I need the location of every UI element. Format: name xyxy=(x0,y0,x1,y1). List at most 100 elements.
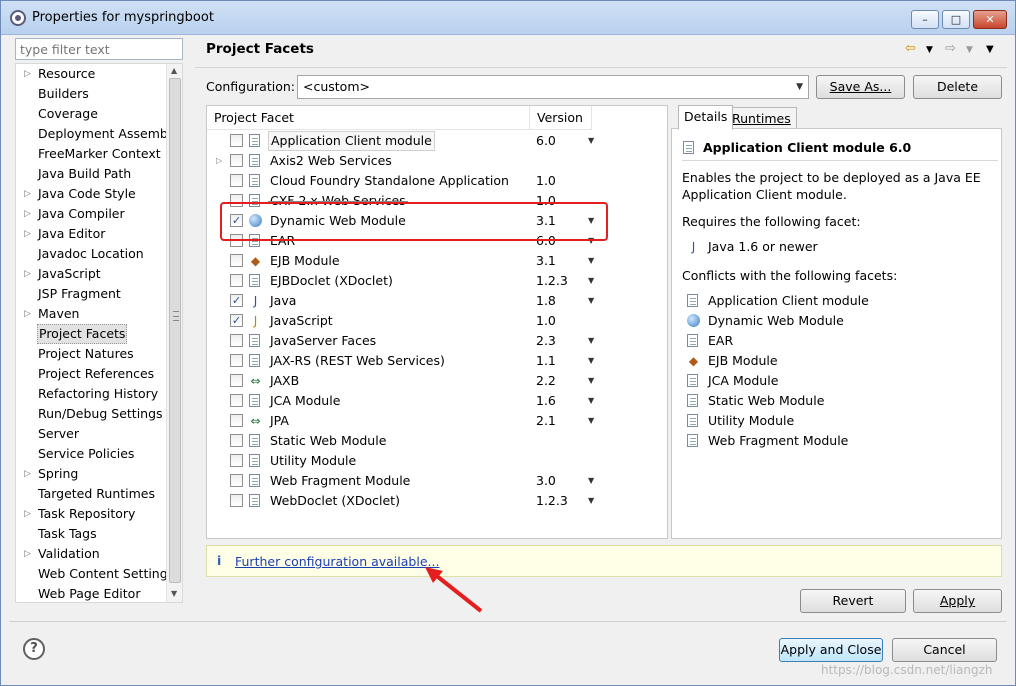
apply-and-close-button[interactable]: Apply and Close xyxy=(779,638,883,662)
header-separator xyxy=(195,67,1007,68)
tab-details[interactable]: Details xyxy=(678,105,734,130)
facet-version[interactable]: 2.2 xyxy=(536,371,556,391)
facet-checkbox[interactable] xyxy=(230,254,243,267)
facet-version[interactable]: 2.1 xyxy=(536,411,556,431)
page-title: Project Facets xyxy=(206,41,314,57)
table-row[interactable]: JavaServer Faces 2.3 ▼ xyxy=(207,331,667,351)
facet-version[interactable]: 1.2.3 xyxy=(536,491,568,511)
nav-scrollbar[interactable]: ▲ ▼ xyxy=(166,64,182,602)
watermark: https://blog.csdn.net/liangzh xyxy=(821,663,993,677)
scroll-thumb[interactable] xyxy=(169,78,181,583)
expand-arrow-icon[interactable]: ▷ xyxy=(24,304,34,324)
save-as-button[interactable]: Save As... xyxy=(816,75,905,99)
table-row[interactable]: Utility Module xyxy=(207,451,667,471)
facet-checkbox[interactable] xyxy=(230,454,243,467)
facet-version[interactable]: 1.2.3 xyxy=(536,271,568,291)
chevron-down-icon[interactable]: ▼ xyxy=(588,351,594,371)
table-row[interactable]: Web Fragment Module 3.0 ▼ xyxy=(207,471,667,491)
expand-arrow-icon[interactable]: ▷ xyxy=(216,151,222,171)
facet-checkbox[interactable] xyxy=(230,334,243,347)
facet-checkbox[interactable] xyxy=(230,134,243,147)
facet-checkbox[interactable] xyxy=(230,474,243,487)
sidebar-item-label: Project Natures xyxy=(38,346,134,361)
facet-version[interactable]: 3.0 xyxy=(536,471,556,491)
chevron-down-icon[interactable]: ▼ xyxy=(588,251,594,271)
chevron-down-icon[interactable]: ▼ xyxy=(588,291,594,311)
facet-version[interactable]: 1.6 xyxy=(536,391,556,411)
facet-version[interactable]: 1.1 xyxy=(536,351,556,371)
minimize-button[interactable]: – xyxy=(911,10,939,29)
expand-arrow-icon[interactable]: ▷ xyxy=(24,544,34,564)
maximize-button[interactable]: □ xyxy=(942,10,970,29)
facet-checkbox[interactable] xyxy=(230,414,243,427)
expand-arrow-icon[interactable]: ▷ xyxy=(24,224,34,244)
scroll-up-icon[interactable]: ▲ xyxy=(171,66,177,75)
table-row[interactable]: Application Client module 6.0 ▼ xyxy=(207,131,667,151)
back-icon[interactable]: ⇦ xyxy=(905,41,916,56)
filter-input[interactable] xyxy=(15,38,183,60)
facet-version[interactable]: 3.1 xyxy=(536,251,556,271)
help-icon[interactable]: ? xyxy=(23,638,45,660)
close-button[interactable]: ✕ xyxy=(973,10,1007,29)
table-row[interactable]: JCA Module 1.6 ▼ xyxy=(207,391,667,411)
expand-arrow-icon[interactable]: ▷ xyxy=(24,504,34,524)
expand-arrow-icon[interactable]: ▷ xyxy=(24,464,34,484)
facet-version[interactable]: 6.0 xyxy=(536,131,556,151)
forward-icon[interactable]: ⇨ xyxy=(945,41,956,56)
chevron-down-icon[interactable]: ▼ xyxy=(588,391,594,411)
table-row[interactable]: ◆ EJB Module 3.1 ▼ xyxy=(207,251,667,271)
facet-version[interactable]: 1.0 xyxy=(536,171,556,191)
chevron-down-icon[interactable]: ▼ xyxy=(588,471,594,491)
cancel-button[interactable]: Cancel xyxy=(892,638,997,662)
facet-version[interactable]: 1.8 xyxy=(536,291,556,311)
table-row[interactable]: Static Web Module xyxy=(207,431,667,451)
expand-arrow-icon[interactable]: ▷ xyxy=(24,184,34,204)
table-row[interactable]: ✓ J JavaScript 1.0 xyxy=(207,311,667,331)
forward-menu-icon[interactable]: ▼ xyxy=(966,45,973,55)
expand-arrow-icon[interactable]: ▷ xyxy=(24,204,34,224)
facet-checkbox[interactable] xyxy=(230,154,243,167)
facet-version[interactable]: 1.0 xyxy=(536,311,556,331)
table-row[interactable]: JAX-RS (REST Web Services) 1.1 ▼ xyxy=(207,351,667,371)
chevron-down-icon[interactable]: ▼ xyxy=(588,411,594,431)
facet-checkbox[interactable] xyxy=(230,494,243,507)
facet-version[interactable]: 2.3 xyxy=(536,331,556,351)
further-configuration-link[interactable]: Further configuration available... xyxy=(235,554,439,569)
table-row[interactable]: Cloud Foundry Standalone Application 1.0 xyxy=(207,171,667,191)
facet-checkbox[interactable]: ✓ xyxy=(230,314,243,327)
chevron-down-icon[interactable]: ▼ xyxy=(588,131,594,151)
facet-checkbox[interactable]: ✓ xyxy=(230,294,243,307)
facet-checkbox[interactable] xyxy=(230,394,243,407)
configuration-combo[interactable]: <custom> ▼ xyxy=(297,75,809,99)
scroll-down-icon[interactable]: ▼ xyxy=(171,589,177,598)
table-row[interactable]: WebDoclet (XDoclet) 1.2.3 ▼ xyxy=(207,491,667,511)
chevron-down-icon[interactable]: ▼ xyxy=(588,331,594,351)
table-row[interactable]: ⇔ JPA 2.1 ▼ xyxy=(207,411,667,431)
apply-button[interactable]: Apply xyxy=(913,589,1002,613)
chevron-down-icon[interactable]: ▼ xyxy=(588,371,594,391)
facet-name: EJB Module xyxy=(708,353,778,368)
facet-checkbox[interactable] xyxy=(230,434,243,447)
document-icon xyxy=(249,394,260,407)
expand-arrow-icon[interactable]: ▷ xyxy=(24,64,34,84)
tab-runtimes[interactable]: Runtimes xyxy=(726,107,797,129)
expand-arrow-icon[interactable]: ▷ xyxy=(24,264,34,284)
column-header-facet[interactable]: Project Facet xyxy=(207,106,530,130)
revert-button[interactable]: Revert xyxy=(800,589,906,613)
facet-checkbox[interactable] xyxy=(230,174,243,187)
chevron-down-icon[interactable]: ▼ xyxy=(588,491,594,511)
view-menu-icon[interactable]: ▼ xyxy=(986,44,994,55)
table-row[interactable]: EJBDoclet (XDoclet) 1.2.3 ▼ xyxy=(207,271,667,291)
facet-name: EJBDoclet (XDoclet) xyxy=(270,273,393,288)
table-row[interactable]: ✓ J Java 1.8 ▼ xyxy=(207,291,667,311)
facet-checkbox[interactable] xyxy=(230,274,243,287)
back-menu-icon[interactable]: ▼ xyxy=(926,45,933,55)
table-row[interactable]: ⇔ JAXB 2.2 ▼ xyxy=(207,371,667,391)
table-row[interactable]: ▷ Axis2 Web Services xyxy=(207,151,667,171)
chevron-down-icon[interactable]: ▼ xyxy=(588,271,594,291)
sidebar-item-label: Targeted Runtimes xyxy=(38,486,155,501)
column-header-version[interactable]: Version xyxy=(530,106,592,130)
facet-checkbox[interactable] xyxy=(230,374,243,387)
delete-button[interactable]: Delete xyxy=(913,75,1002,99)
facet-checkbox[interactable] xyxy=(230,354,243,367)
